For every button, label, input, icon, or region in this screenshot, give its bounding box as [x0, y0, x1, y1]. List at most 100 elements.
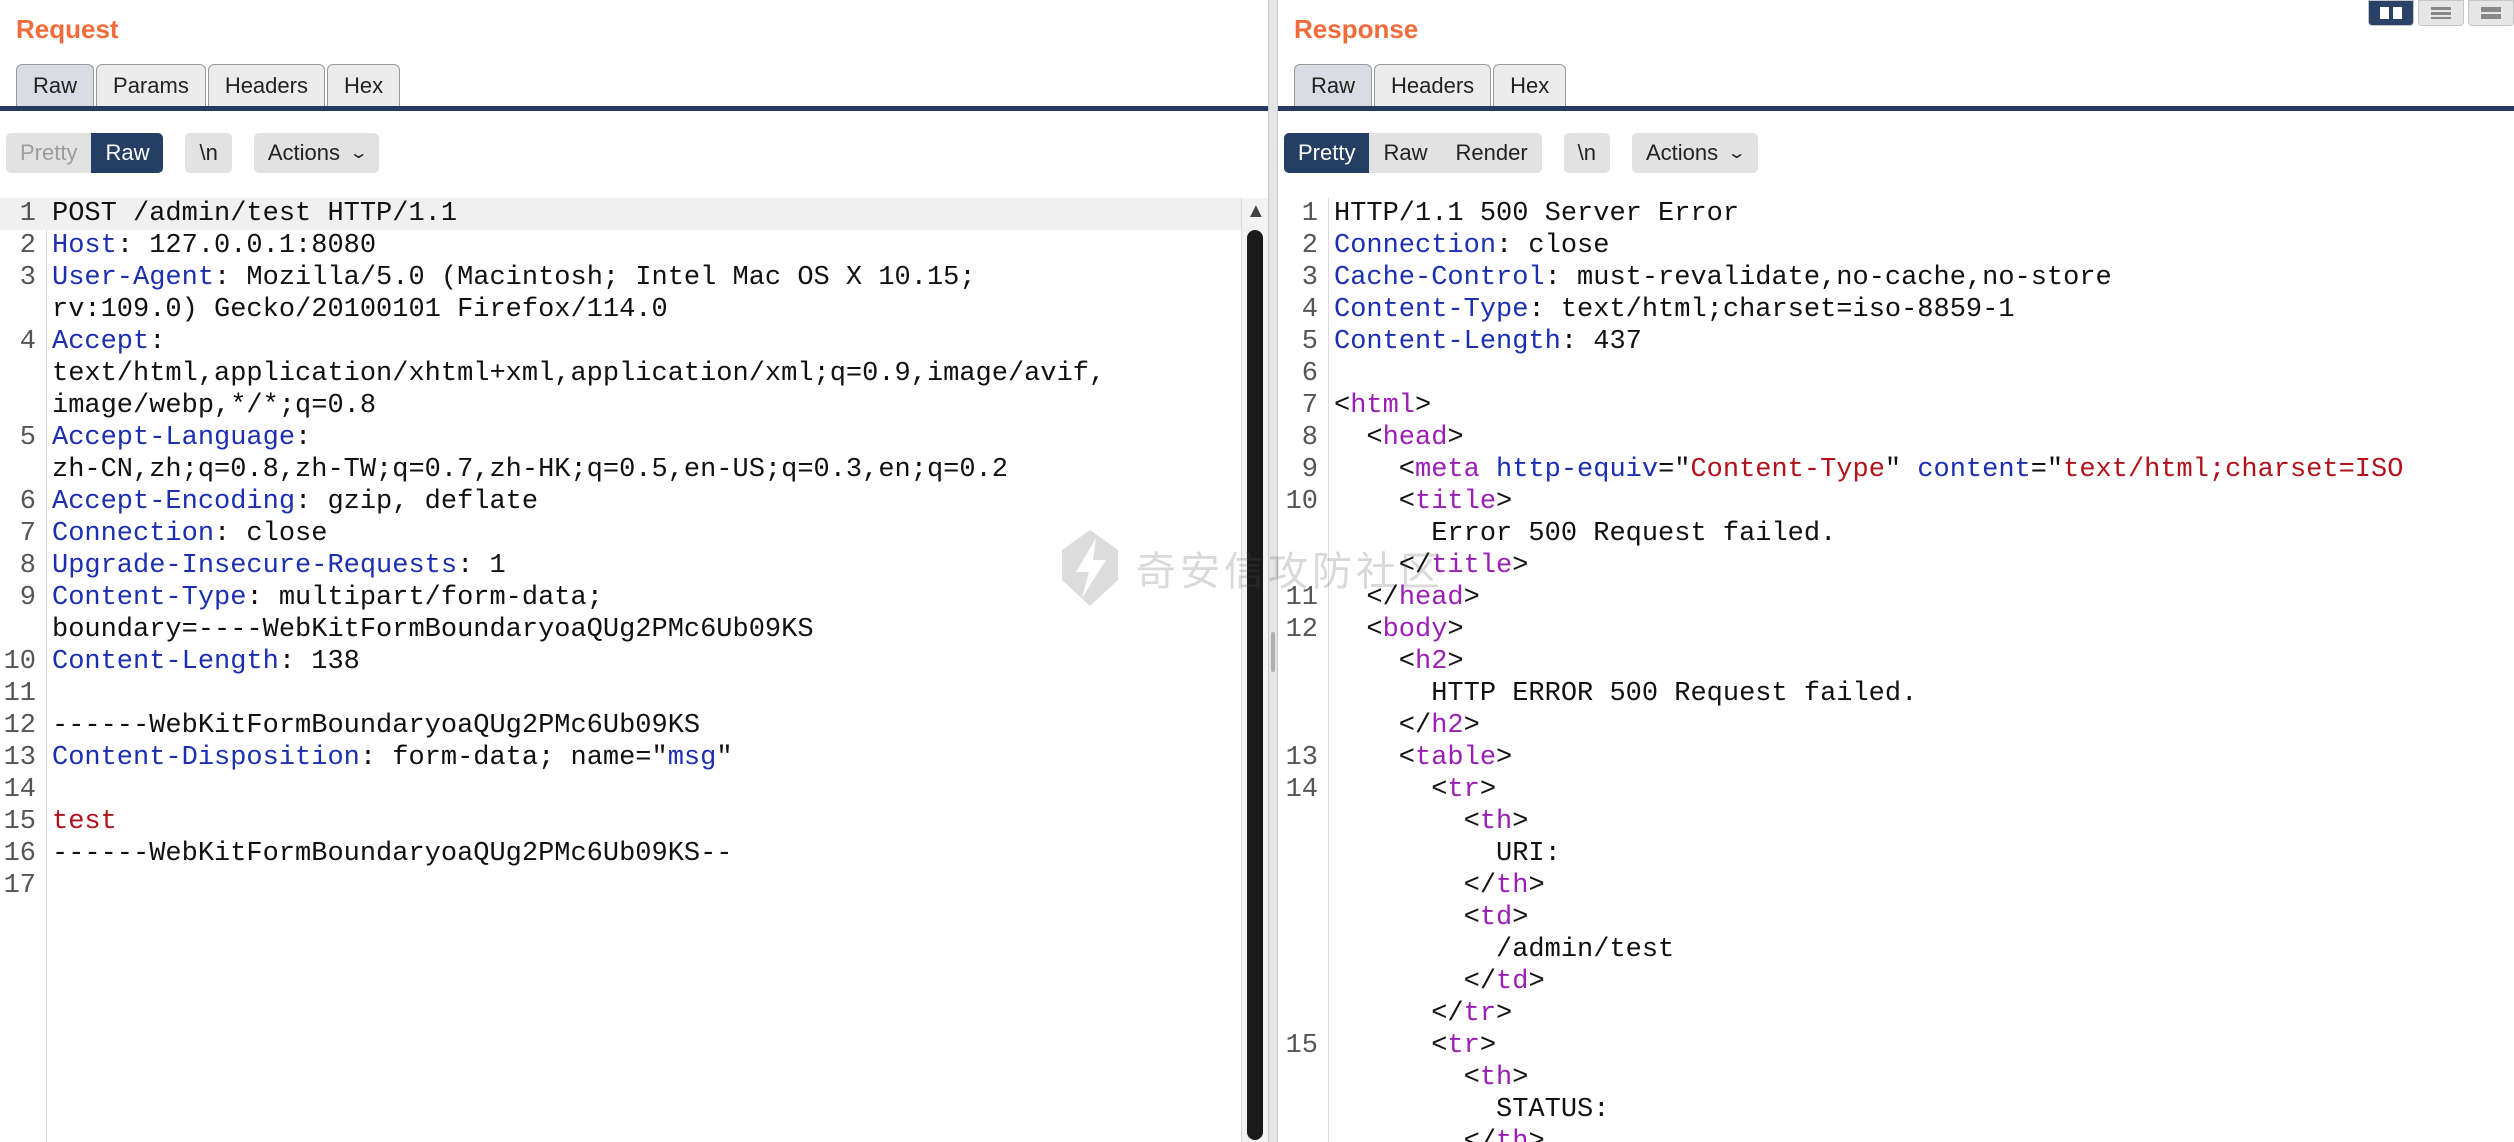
code-token: /admin/test [1334, 935, 1675, 965]
line-number: 12 [1285, 615, 1318, 645]
code-token: head [1382, 423, 1448, 453]
divider-grip[interactable] [1271, 632, 1275, 672]
code-token: < [1334, 743, 1416, 773]
line-number: 13 [1285, 743, 1318, 773]
line-text: </th> [1334, 1126, 1545, 1142]
line-text: Cache-Control: must-revalidate,no-cache,… [1334, 262, 2112, 294]
code-token: Connection [52, 519, 215, 549]
line-number: 6 [19, 487, 36, 517]
code-token: POST /admin/test HTTP/1.1 [52, 199, 458, 229]
response-code-line: </th> [1278, 1126, 2514, 1142]
line-text: <table> [1334, 742, 1512, 774]
code-token: : Mozilla/5.0 (Macintosh; Intel Mac OS X… [214, 263, 976, 293]
line-text: ------WebKitFormBoundaryoaQUg2PMc6Ub09KS [52, 710, 700, 742]
line-text: boundary=----WebKitFormBoundaryoaQUg2PMc… [52, 614, 814, 646]
request-scrollbar[interactable]: ▲ [1241, 198, 1268, 1142]
response-title: Response [1294, 14, 1419, 44]
code-token: : close [214, 519, 328, 549]
code-token: < [1334, 1031, 1448, 1061]
code-token: Content-Length [1334, 327, 1561, 357]
response-code-line: <th> [1278, 806, 2514, 838]
request-editor[interactable]: 1 POST /admin/test HTTP/1.1 2 Host: 127.0.0… [0, 198, 1268, 1142]
response-code-line: </td> [1278, 966, 2514, 998]
code-token: =" [1658, 455, 1691, 485]
code-token: Content-Type [52, 583, 247, 613]
line-number: 5 [19, 423, 36, 453]
request-scroll-thumb[interactable] [1247, 230, 1263, 1140]
code-token: : 138 [278, 647, 360, 677]
request-tab-params[interactable]: Params [96, 64, 206, 106]
line-text: Content-Type: text/html;charset=iso-8859… [1334, 294, 2015, 326]
code-token: td [1496, 967, 1529, 997]
code-token: meta [1415, 455, 1480, 485]
response-pretty-button[interactable]: Pretty [1284, 133, 1370, 173]
request-code-line: zh-CN,zh;q=0.8,zh-TW;q=0.7,zh-HK;q=0.5,e… [0, 454, 1268, 486]
response-newline-button[interactable]: \n [1563, 133, 1610, 173]
response-tab-headers[interactable]: Headers [1374, 64, 1492, 106]
response-code-line: 4 Content-Type: text/html;charset=iso-885… [1278, 294, 2514, 326]
code-token: zh-CN,zh;q=0.8,zh-TW;q=0.7,zh-HK;q=0.5,e… [52, 455, 1008, 485]
line-number: 4 [19, 327, 36, 357]
code-token: : multipart/form-data; [246, 583, 603, 613]
columns-view-icon[interactable] [2468, 0, 2514, 26]
request-code-line: 6 Accept-Encoding: gzip, deflate [0, 486, 1268, 518]
line-text: /admin/test [1334, 934, 1674, 966]
response-render-button[interactable]: Render [1441, 133, 1541, 173]
line-number: 15 [1285, 1031, 1318, 1061]
split-view-icon[interactable] [2368, 0, 2414, 26]
line-number: 10 [3, 647, 36, 677]
request-code-line: 5 Accept-Language: [0, 422, 1268, 454]
response-code-line: 7 <html> [1278, 390, 2514, 422]
line-text: <th> [1334, 806, 1529, 838]
code-token: < [1334, 1063, 1480, 1093]
request-actions-button[interactable]: Actions ⌄ [253, 133, 380, 173]
request-newline-button[interactable]: \n [185, 133, 232, 173]
request-code-line: 17 [0, 870, 1268, 902]
request-tab-hex[interactable]: Hex [326, 64, 401, 106]
code-token: Cache-Control [1334, 263, 1545, 293]
request-code-line: 15 test [0, 806, 1268, 838]
code-token: > [1496, 487, 1513, 517]
code-token: tr [1447, 1031, 1480, 1061]
code-token: boundary=----WebKitFormBoundaryoaQUg2PMc… [52, 615, 814, 645]
response-toolbar: Pretty Raw Render \n Actions ⌄ [1284, 133, 1780, 173]
scroll-up-icon[interactable]: ▲ [1246, 200, 1266, 223]
code-token: > [1463, 583, 1480, 613]
code-token: > [1512, 903, 1529, 933]
code-token: < [1334, 775, 1448, 805]
line-text: ------WebKitFormBoundaryoaQUg2PMc6Ub09KS… [52, 838, 733, 870]
request-code-line: 4 Accept: [0, 326, 1268, 358]
code-token: td [1479, 903, 1513, 933]
response-code-line: 1 HTTP/1.1 500 Server Error [1278, 198, 2514, 230]
line-text: User-Agent: Mozilla/5.0 (Macintosh; Inte… [52, 262, 976, 294]
code-token: < [1334, 455, 1416, 485]
response-actions-button[interactable]: Actions ⌄ [1632, 133, 1758, 173]
response-code-line: 11 </head> [1278, 582, 2514, 614]
code-token: </ [1334, 967, 1497, 997]
response-code-line: 12 <body> [1278, 614, 2514, 646]
response-tab-hex[interactable]: Hex [1493, 64, 1567, 106]
line-text: <th> [1334, 1062, 1529, 1094]
request-raw-button[interactable]: Raw [91, 133, 164, 173]
request-tab-headers[interactable]: Headers [207, 64, 325, 106]
code-token: < [1334, 903, 1480, 933]
line-text: Upgrade-Insecure-Requests: 1 [52, 550, 506, 582]
response-editor[interactable]: 1 HTTP/1.1 500 Server Error 2 Connection: c… [1278, 198, 2514, 1142]
line-number: 2 [19, 231, 36, 261]
code-token: tr [1463, 999, 1497, 1029]
line-text: <head> [1334, 422, 1463, 454]
request-pretty-button[interactable]: Pretty [6, 133, 91, 173]
line-text: text/html,application/xhtml+xml,applicat… [52, 358, 1105, 390]
response-tab-raw[interactable]: Raw [1294, 64, 1373, 106]
code-token: Upgrade-Insecure-Requests [52, 551, 458, 581]
code-token: : 127.0.0.1:8080 [116, 231, 377, 261]
response-view-toggle: Pretty Raw Render [1284, 133, 1542, 173]
code-token: tr [1447, 775, 1480, 805]
request-tab-raw[interactable]: Raw [16, 64, 95, 106]
response-tabs: Raw Headers Hex [1294, 64, 1568, 106]
response-raw-button[interactable]: Raw [1369, 133, 1441, 173]
code-token: image/webp,*/*;q=0.8 [52, 391, 377, 421]
code-token: th [1496, 1127, 1529, 1142]
list-view-icon[interactable] [2418, 0, 2464, 26]
